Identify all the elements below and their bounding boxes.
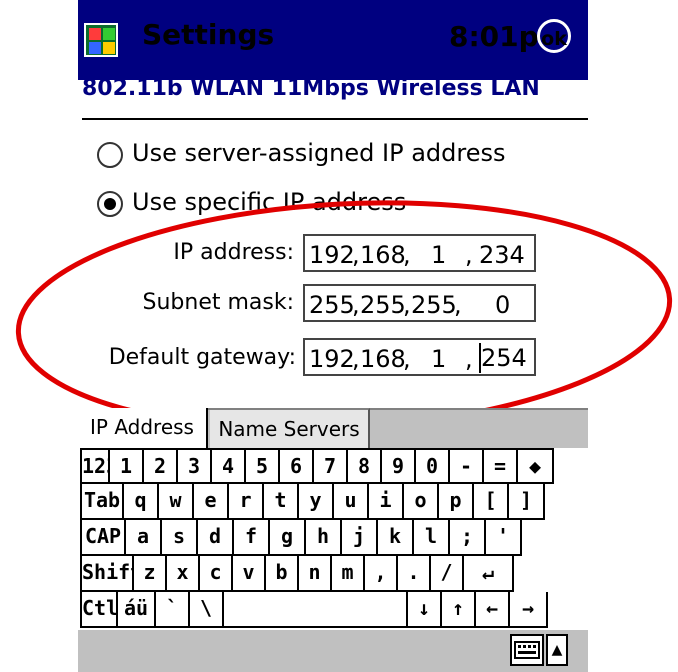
key[interactable]: CAP — [80, 520, 126, 556]
key[interactable]: 7 — [314, 448, 348, 484]
key[interactable]: ↓ — [408, 592, 442, 628]
key[interactable]: 4 — [212, 448, 246, 484]
key[interactable]: . — [398, 556, 431, 592]
key[interactable]: \ — [190, 592, 224, 628]
key[interactable]: ' — [486, 520, 522, 556]
key[interactable]: 6 — [280, 448, 314, 484]
key[interactable]: ] — [509, 484, 545, 520]
key[interactable]: a — [126, 520, 162, 556]
key[interactable]: t — [264, 484, 299, 520]
key[interactable]: o — [404, 484, 439, 520]
key[interactable]: f — [234, 520, 270, 556]
key[interactable]: = — [484, 448, 518, 484]
input-menu-arrow-icon[interactable]: ▲ — [546, 634, 568, 666]
ok-button[interactable]: ok — [537, 19, 571, 53]
key[interactable]: 0 — [416, 448, 450, 484]
clock[interactable]: 8:01p — [449, 20, 539, 53]
server-assigned-radio[interactable] — [97, 142, 123, 168]
key[interactable]: Tab — [80, 484, 124, 520]
space-key[interactable] — [224, 592, 408, 628]
divider — [82, 118, 588, 120]
key[interactable]: [ — [474, 484, 509, 520]
key[interactable]: ` — [156, 592, 190, 628]
key[interactable]: ← — [476, 592, 510, 628]
key[interactable]: , — [365, 556, 398, 592]
key[interactable]: ◆ — [518, 448, 554, 484]
soft-keyboard: 1231234567890-=◆Tabqwertyuiop[]CAPasdfgh… — [80, 448, 588, 628]
key[interactable]: m — [332, 556, 365, 592]
key[interactable]: l — [414, 520, 450, 556]
key[interactable]: z — [134, 556, 167, 592]
key[interactable]: d — [198, 520, 234, 556]
key[interactable]: 8 — [348, 448, 382, 484]
key[interactable]: / — [431, 556, 464, 592]
key[interactable]: u — [334, 484, 369, 520]
key[interactable]: w — [159, 484, 194, 520]
adapter-name: 802.11b WLAN 11Mbps Wireless LAN — [82, 76, 540, 101]
key[interactable]: - — [450, 448, 484, 484]
key[interactable]: ↵ — [464, 556, 514, 592]
key[interactable]: 1 — [110, 448, 144, 484]
key[interactable]: q — [124, 484, 159, 520]
key[interactable]: áü — [118, 592, 156, 628]
key[interactable]: Shift — [80, 556, 134, 592]
key[interactable]: p — [439, 484, 474, 520]
key[interactable]: b — [266, 556, 299, 592]
key[interactable]: 9 — [382, 448, 416, 484]
key[interactable]: r — [229, 484, 264, 520]
keyboard-icon[interactable] — [510, 634, 544, 666]
key[interactable]: 5 — [246, 448, 280, 484]
key[interactable]: 123 — [80, 448, 110, 484]
start-menu-icon[interactable] — [84, 23, 118, 57]
key[interactable]: i — [369, 484, 404, 520]
key[interactable]: v — [233, 556, 266, 592]
key[interactable]: y — [299, 484, 334, 520]
app-title: Settings — [142, 18, 275, 51]
key[interactable]: k — [378, 520, 414, 556]
tab-ip-address[interactable]: IP Address — [78, 408, 208, 448]
key[interactable]: 3 — [178, 448, 212, 484]
tab-name-servers[interactable]: Name Servers — [210, 408, 370, 448]
key[interactable]: 2 — [144, 448, 178, 484]
key[interactable]: n — [299, 556, 332, 592]
key[interactable]: → — [510, 592, 548, 628]
server-assigned-label[interactable]: Use server-assigned IP address — [132, 139, 506, 167]
key[interactable]: x — [167, 556, 200, 592]
key[interactable]: j — [342, 520, 378, 556]
key[interactable]: h — [306, 520, 342, 556]
key[interactable]: c — [200, 556, 233, 592]
key[interactable]: s — [162, 520, 198, 556]
key[interactable]: ; — [450, 520, 486, 556]
key[interactable]: e — [194, 484, 229, 520]
key[interactable]: ↑ — [442, 592, 476, 628]
key[interactable]: Ctl — [80, 592, 118, 628]
key[interactable]: g — [270, 520, 306, 556]
